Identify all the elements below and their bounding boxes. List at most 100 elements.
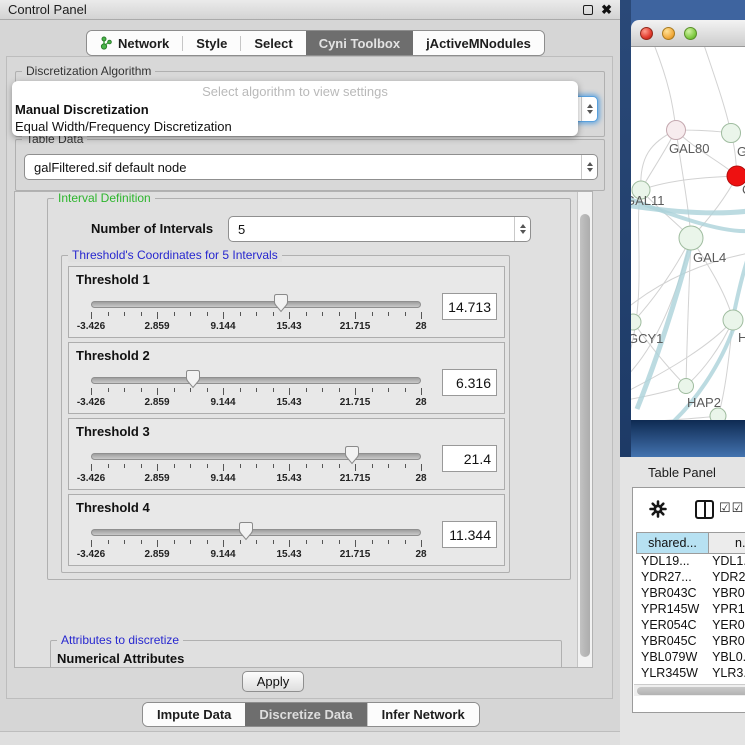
apply-button[interactable]: Apply (242, 671, 304, 692)
combo-stepper-icon[interactable] (581, 155, 597, 179)
table-cell-name[interactable]: YBR0... (705, 586, 745, 602)
minimize-traffic-light-icon[interactable] (662, 27, 675, 40)
threshold-slider-handle[interactable] (273, 293, 289, 313)
table-row[interactable]: YLR345WYLR3... (636, 666, 745, 682)
table-cell-name[interactable]: YBL0... (705, 650, 745, 666)
tab-style[interactable]: Style (183, 31, 240, 55)
threshold-tick (223, 540, 224, 547)
combo-stepper-icon[interactable] (514, 217, 530, 241)
tab-select[interactable]: Select (241, 31, 305, 55)
table-panel-title: Table Panel (648, 465, 716, 480)
threshold-slider-track[interactable] (91, 301, 421, 308)
settings-scrollbar-thumb[interactable] (580, 214, 590, 657)
threshold-tick (207, 312, 208, 316)
zoom-traffic-light-icon[interactable] (684, 27, 697, 40)
threshold-slider-track[interactable] (91, 529, 421, 536)
table-cell-shared[interactable]: YBL079W (636, 650, 705, 666)
threshold-slider-track[interactable] (91, 377, 421, 384)
network-node[interactable] (710, 408, 726, 420)
table-cell-name[interactable]: YDL1... (705, 554, 745, 570)
network-node[interactable] (723, 310, 743, 330)
table-cell-shared[interactable]: YBR045C (636, 634, 705, 650)
table-cell-shared[interactable]: YDR27... (636, 570, 705, 586)
threshold-tick-label: 2.859 (144, 397, 169, 408)
threshold-tick (322, 312, 323, 316)
network-icon (100, 36, 113, 50)
threshold-value-field[interactable]: 6.316 (442, 369, 497, 396)
cyni-content-frame: Discretization Algorithm Table Data galF… (6, 56, 613, 699)
columns-icon[interactable] (695, 500, 714, 519)
table-cell-shared[interactable]: YER054C (636, 618, 705, 634)
table-cell-name[interactable]: YLR3... (705, 666, 745, 682)
gear-icon[interactable] (649, 500, 667, 518)
threshold-tick (322, 464, 323, 468)
threshold-tick (421, 464, 422, 471)
algorithm-option-equal-width[interactable]: Equal Width/Frequency Discretization (12, 118, 578, 135)
network-node[interactable] (667, 121, 686, 140)
column-header-name[interactable]: n... (709, 532, 745, 554)
table-row[interactable]: YPR145WYPR1... (636, 602, 745, 618)
threshold-tick-label: -3.426 (77, 321, 105, 332)
combo-stepper-icon[interactable] (581, 97, 597, 121)
threshold-slider-handle[interactable] (344, 445, 360, 465)
table-row[interactable]: YER054CYER0... (636, 618, 745, 634)
interval-definition-group: Interval Definition Number of Intervals … (47, 198, 571, 580)
threshold-slider-handle[interactable] (185, 369, 201, 389)
threshold-tick-label: 2.859 (144, 321, 169, 332)
column-header-shared[interactable]: shared... (636, 532, 709, 554)
algorithm-option-manual[interactable]: Manual Discretization (12, 101, 578, 118)
tab-cyni-toolbox[interactable]: Cyni Toolbox (306, 31, 413, 55)
table-row[interactable]: YDL19...YDL1... (636, 554, 745, 570)
table-header-row: shared... n... (636, 532, 745, 554)
threshold-tick (157, 464, 158, 471)
network-window-titlebar[interactable] (631, 20, 745, 47)
table-data-combobox[interactable]: galFiltered.sif default node (24, 154, 598, 180)
table-cell-name[interactable]: YBR0... (705, 634, 745, 650)
table-cell-shared[interactable]: YPR145W (636, 602, 705, 618)
network-node[interactable] (722, 124, 741, 143)
close-icon[interactable]: ✖ (601, 5, 612, 15)
network-node-label: GAL80 (669, 141, 709, 156)
network-node[interactable] (679, 379, 694, 394)
table-cell-name[interactable]: YER0... (705, 618, 745, 634)
threshold-tick (174, 312, 175, 316)
table-row[interactable]: YBR043CYBR0... (636, 586, 745, 602)
threshold-tick (174, 464, 175, 468)
tab-network[interactable]: Network (87, 31, 182, 55)
network-node[interactable] (631, 314, 641, 330)
tab-jactivemnodules[interactable]: jActiveMNodules (413, 31, 544, 55)
close-traffic-light-icon[interactable] (640, 27, 653, 40)
threshold-value-field[interactable]: 11.344 (442, 521, 497, 548)
threshold-tick-labels: -3.4262.8599.14415.4321.71528 (91, 321, 421, 333)
network-canvas[interactable]: GAL80GACGAL11GAL4GCY1HHAP2 (631, 47, 745, 420)
table-hscrollbar[interactable] (634, 684, 745, 696)
tab-impute-data[interactable]: Impute Data (143, 703, 245, 726)
table-row[interactable]: YBL079WYBL0... (636, 650, 745, 666)
threshold-tick-label: 21.715 (340, 321, 371, 332)
network-node-label: GA (737, 144, 745, 159)
threshold-slider-handle[interactable] (238, 521, 254, 541)
number-of-intervals-combobox[interactable]: 5 (228, 216, 531, 242)
table-row[interactable]: YDR27...YDR2... (636, 570, 745, 586)
threshold-tick (306, 312, 307, 316)
settings-scrollbar[interactable] (577, 192, 592, 667)
table-cell-shared[interactable]: YLR345W (636, 666, 705, 682)
tab-discretize-data[interactable]: Discretize Data (245, 703, 366, 726)
table-hscrollbar-thumb[interactable] (637, 687, 745, 695)
table-cell-name[interactable]: YPR1... (705, 602, 745, 618)
threshold-tick-label: 9.144 (210, 549, 235, 560)
table-cell-name[interactable]: YDR2... (705, 570, 745, 586)
threshold-slider-track[interactable] (91, 453, 421, 460)
threshold-value-field[interactable]: 14.713 (442, 293, 497, 320)
table-cell-shared[interactable]: YBR043C (636, 586, 705, 602)
threshold-value-field[interactable]: 21.4 (442, 445, 497, 472)
float-window-icon[interactable] (583, 5, 593, 15)
table-row[interactable]: YBR045CYBR0... (636, 634, 745, 650)
threshold-tick (388, 312, 389, 316)
checkbox-icons[interactable]: ☑☑ (719, 500, 744, 516)
network-node[interactable] (679, 226, 703, 250)
threshold-tick-labels: -3.4262.8599.14415.4321.71528 (91, 549, 421, 561)
threshold-label: Threshold 1 (76, 272, 150, 287)
table-cell-shared[interactable]: YDL19... (636, 554, 705, 570)
tab-infer-network[interactable]: Infer Network (368, 703, 479, 726)
